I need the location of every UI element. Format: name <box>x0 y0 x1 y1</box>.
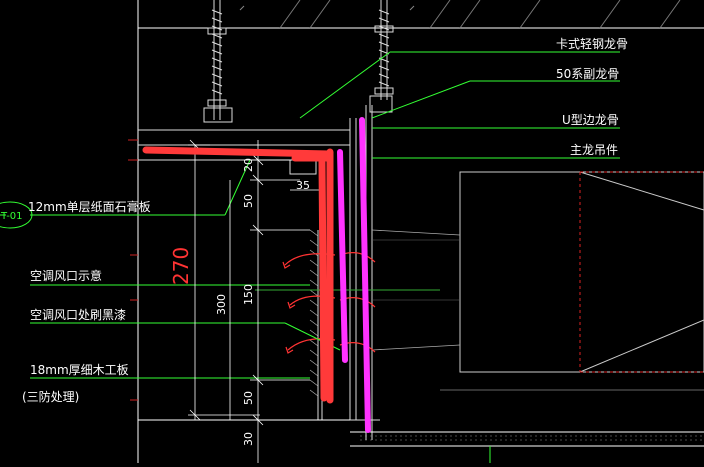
ceiling-section-drawing: T-01 卡式轻钢龙骨 50系副龙骨 U型边龙骨 主龙吊件 12mm单层纸面石膏… <box>0 0 704 463</box>
grid-marks <box>128 139 138 401</box>
dim-20: 20 <box>242 158 255 172</box>
dim-30: 30 <box>242 432 255 446</box>
magenta-markup <box>337 117 371 433</box>
label-gypsum: 12mm单层纸面石膏板 <box>28 199 151 214</box>
section-tag-label: T-01 <box>0 211 23 222</box>
hanger-rod-right <box>369 0 394 113</box>
label-sub-keel: 50系副龙骨 <box>556 67 619 81</box>
dim-35: 35 <box>296 179 310 192</box>
cad-drawing-canvas[interactable]: T-01 卡式轻钢龙骨 50系副龙骨 U型边龙骨 主龙吊件 12mm单层纸面石膏… <box>0 0 704 463</box>
label-treatment: (三防处理) <box>22 389 79 404</box>
label-u-keel: U型边龙骨 <box>562 113 619 127</box>
dim-50-bottom: 50 <box>242 391 255 405</box>
dim-150: 150 <box>242 284 255 305</box>
label-vent-paint: 空调风口处刷黑漆 <box>30 308 126 322</box>
dim-300: 300 <box>215 294 228 315</box>
plywood-hatch <box>309 229 319 397</box>
floor-finish <box>138 419 704 447</box>
dim-50-top: 50 <box>242 194 255 208</box>
label-vent-hint: 空调风口示意 <box>30 268 102 283</box>
label-plywood: 18mm厚细木工板 <box>30 363 129 377</box>
label-hanger: 主龙吊件 <box>570 143 618 157</box>
label-card-keel: 卡式轻钢龙骨 <box>556 37 628 51</box>
dim-270: 270 <box>169 247 193 285</box>
hanger-rod-left <box>203 0 233 123</box>
air-duct <box>371 171 704 391</box>
leader-lines <box>0 51 620 463</box>
